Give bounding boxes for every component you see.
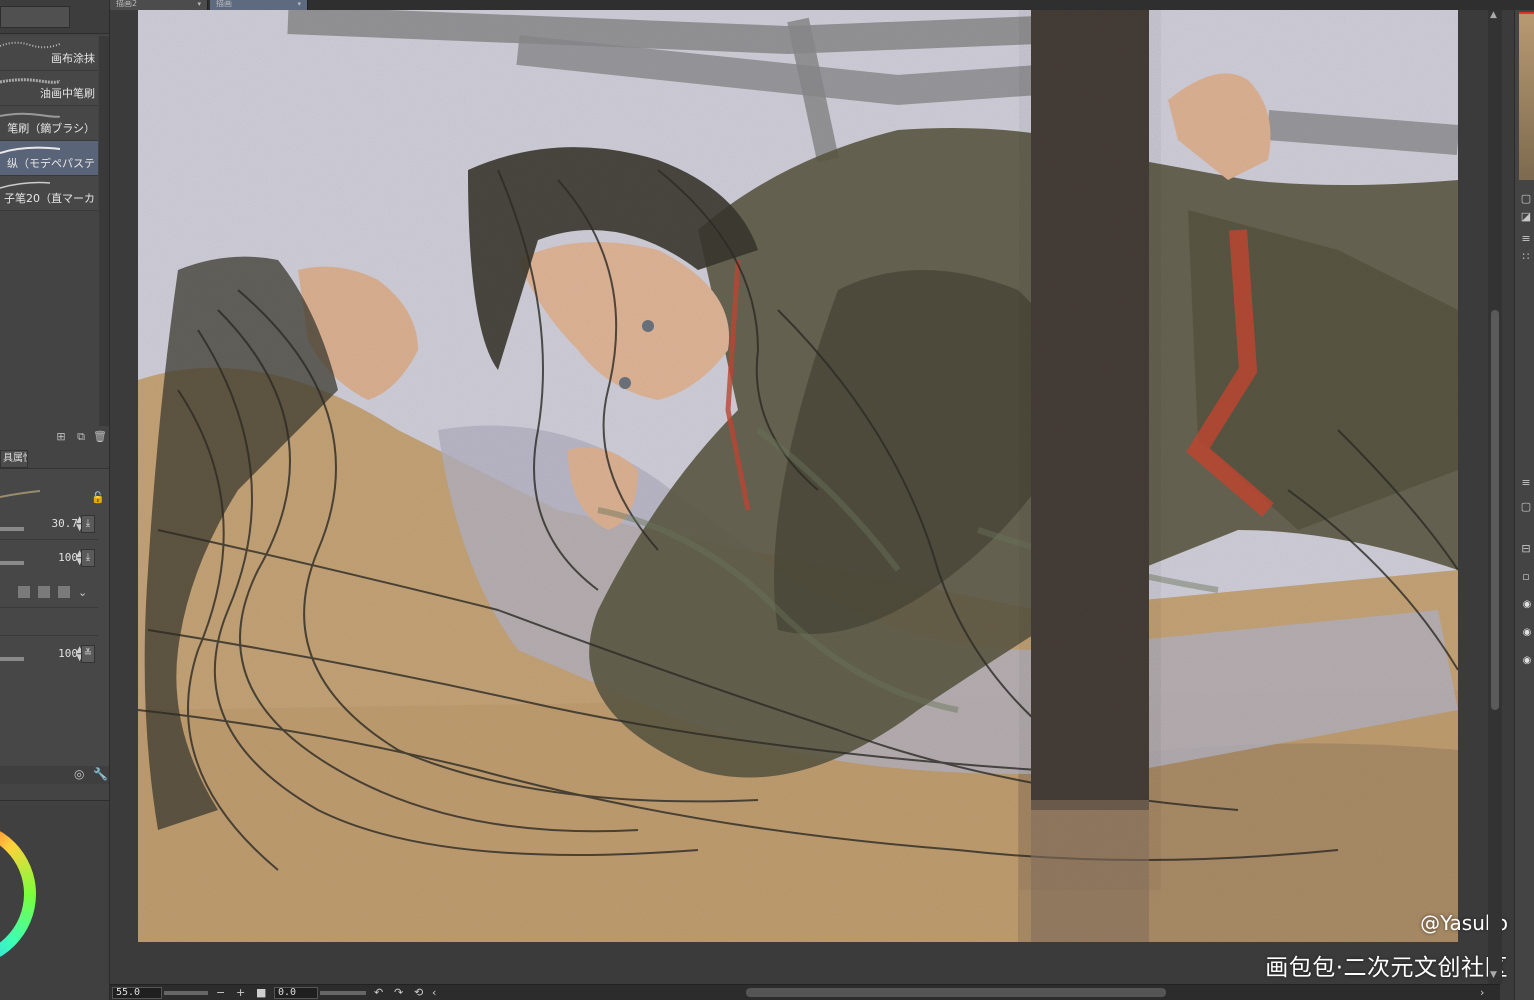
watermark-site: 画包包·二次元文创社区: [1265, 955, 1508, 981]
brush-list: 画布涂抹 油画中笔刷 笔刷（鏑ブラシ） 纵（モデペパステ 子笔20（直マーカ: [0, 36, 98, 211]
brush-stroke-preview: [0, 41, 60, 49]
brush-item-label: 纵（モデペパステ: [7, 157, 95, 170]
download-arrow-icon[interactable]: ⤓: [81, 515, 95, 533]
eye-icon[interactable]: ◉: [1520, 598, 1534, 612]
zoom-field[interactable]: 55.0: [112, 987, 162, 999]
brush-stroke-preview: [0, 78, 60, 84]
tool-property-footer: ◎ 🔧: [0, 766, 109, 784]
brush-item-label: 油画中笔刷: [40, 87, 95, 100]
tool-property-panel: 🔓 30.7 ▲ ▼ ⤓ 100 ▲ ▼ ⤓ ⌄ 100 ▲ ▼ ≚: [0, 468, 109, 766]
chevron-down-icon[interactable]: ▾: [297, 0, 301, 8]
opacity-row: 100 ▲ ▼ ⤓: [0, 547, 109, 569]
document-tabbar: 描画2 ▾ 描画 ▾: [110, 0, 1534, 10]
canvas-vertical-scrollbar[interactable]: ▲ ▼: [1488, 10, 1502, 984]
brush-item-marker[interactable]: 子笔20（直マーカ: [0, 176, 98, 211]
pattern-icon-1[interactable]: [18, 585, 30, 598]
rotate-right-icon[interactable]: ↷: [394, 986, 403, 999]
scroll-left-icon[interactable]: ‹: [432, 986, 436, 999]
blend-mode-icons: ⌄: [18, 581, 98, 599]
zoom-in-icon[interactable]: +: [236, 986, 245, 999]
brush-size-row: 30.7 ▲ ▼ ⤓: [0, 513, 109, 535]
eye-icon[interactable]: ◉: [1520, 654, 1534, 668]
scroll-down-icon[interactable]: ▼: [1490, 970, 1497, 980]
layer-folder-icon[interactable]: ⊟: [1519, 542, 1533, 556]
wrench-icon[interactable]: 🔧: [93, 767, 108, 781]
brush-item-rust-brush[interactable]: 笔刷（鏑ブラシ）: [0, 106, 98, 141]
artwork-canvas[interactable]: [138, 10, 1458, 942]
scroll-thumb[interactable]: [1491, 310, 1499, 710]
tool-property-tab[interactable]: 具属性: [0, 450, 28, 468]
menu-lines-icon[interactable]: ≡: [1519, 232, 1533, 246]
brush-stroke-preview: [0, 181, 51, 189]
artwork-illustration: [138, 10, 1458, 942]
brush-stroke-preview: [0, 112, 60, 118]
navigator-thumbnail[interactable]: [1519, 12, 1534, 180]
square-icon[interactable]: ▢: [1519, 192, 1533, 206]
fit-icon[interactable]: ■: [256, 986, 266, 999]
brush-item-label: 笔刷（鏑ブラシ）: [7, 122, 95, 135]
tab-label: 描画: [216, 0, 232, 8]
density-value[interactable]: 100: [58, 647, 78, 660]
zoom-out-icon[interactable]: −: [216, 986, 225, 999]
brush-stroke-preview: [0, 146, 60, 154]
brush-stroke-preview: [0, 490, 40, 498]
rotation-field[interactable]: 0.0: [274, 987, 318, 999]
brush-list-toolbar: ⊞ ⧉ 🗑: [0, 428, 109, 446]
zoom-slider[interactable]: [164, 991, 208, 995]
pressure-icon[interactable]: ≚: [81, 645, 95, 663]
density-row: 100 ▲ ▼ ≚: [0, 643, 109, 665]
tab-document-1[interactable]: 描画2 ▾: [110, 0, 208, 10]
lock-icon[interactable]: 🔓: [91, 491, 105, 504]
chevron-down-icon[interactable]: ⌄: [78, 586, 87, 599]
canvas-area[interactable]: [112, 10, 1488, 984]
right-panel: ▢ ◪ ≡ ∷ ≡ ▢ ⊟ ▫ ◉ ◉ ◉: [1514, 10, 1534, 1000]
opacity-slider[interactable]: [0, 561, 24, 565]
chevron-down-icon[interactable]: ▾: [197, 0, 201, 8]
pattern-icon-2[interactable]: [38, 585, 50, 598]
scroll-right-icon[interactable]: ›: [1480, 986, 1484, 999]
color-wheel[interactable]: [0, 821, 36, 967]
copy-icon[interactable]: ⧉: [74, 430, 88, 444]
rotation-slider[interactable]: [320, 991, 366, 995]
download-arrow-icon[interactable]: ⤓: [81, 549, 95, 567]
brush-item-label: 画布涂抹: [51, 52, 95, 65]
left-panel: 画布涂抹 油画中笔刷 笔刷（鏑ブラシ） 纵（モデペパステ 子笔20（直マーカ ⊞: [0, 0, 110, 1000]
divider: [0, 539, 98, 540]
layer-frame-icon[interactable]: ▢: [1519, 500, 1533, 514]
menu-lines-icon[interactable]: ≡: [1519, 476, 1533, 490]
paint-app: 画布涂抹 油画中笔刷 笔刷（鏑ブラシ） 纵（モデペパステ 子笔20（直マーカ ⊞: [0, 0, 1534, 1000]
tab-document-2[interactable]: 描画 ▾: [210, 0, 308, 10]
sub-tool-group-box[interactable]: [0, 6, 70, 28]
brush-size-value[interactable]: 30.7: [52, 517, 79, 530]
divider: [0, 607, 98, 608]
density-slider[interactable]: [0, 657, 24, 661]
tab-label: 描画2: [116, 0, 138, 8]
reset-rotation-icon[interactable]: ⟲: [414, 986, 423, 999]
brush-size-slider[interactable]: [0, 527, 24, 531]
new-layer-icon[interactable]: ⊞: [54, 430, 68, 444]
brush-item-canvas-blend[interactable]: 画布涂抹: [0, 36, 98, 71]
sub-tool-header: [0, 0, 109, 34]
brush-item-label: 子笔20（直マーカ: [4, 192, 95, 205]
layer-item-icon[interactable]: ▫: [1519, 570, 1533, 584]
divider: [0, 635, 98, 636]
reset-icon[interactable]: ◎: [74, 767, 84, 781]
brush-list-scrollbar[interactable]: [99, 36, 109, 426]
scroll-up-icon[interactable]: ▲: [1490, 10, 1497, 20]
panel-label-icon[interactable]: ∷: [1519, 250, 1533, 264]
color-wheel-panel: [0, 800, 109, 1000]
brush-item-pastel[interactable]: 纵（モデペパステ: [0, 141, 98, 176]
eye-icon[interactable]: ◉: [1520, 626, 1534, 640]
opacity-value[interactable]: 100: [58, 551, 78, 564]
pattern-icon-3[interactable]: [58, 585, 70, 598]
status-bar: 55.0 − + ■ 0.0 ↶ ↷ ⟲ ‹ ›: [110, 984, 1500, 1000]
brush-item-oil-medium[interactable]: 油画中笔刷: [0, 71, 98, 106]
canvas-horizontal-scrollbar[interactable]: [746, 988, 1166, 997]
layer-mask-icon[interactable]: ◪: [1519, 210, 1533, 224]
trash-icon[interactable]: 🗑: [93, 430, 107, 444]
rotate-left-icon[interactable]: ↶: [374, 986, 383, 999]
